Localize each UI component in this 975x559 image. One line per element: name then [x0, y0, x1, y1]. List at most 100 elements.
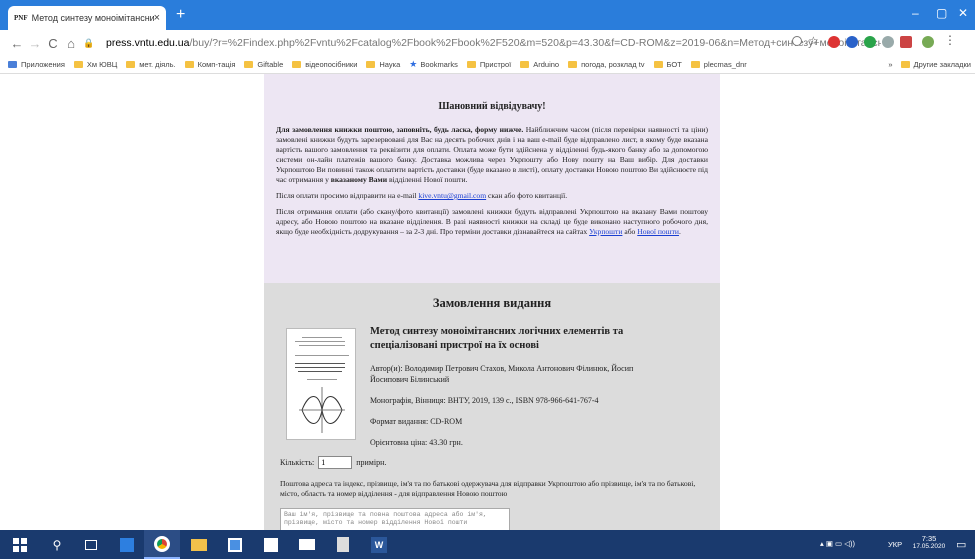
- windows-start-icon[interactable]: [0, 530, 40, 559]
- book-format: Формат видання: CD-ROM: [370, 417, 463, 426]
- novaposhta-link[interactable]: Нової пошти: [637, 227, 679, 236]
- book-price: Орієнтовна ціна: 43.30 грн.: [370, 438, 463, 447]
- bookmarks-more-button[interactable]: »: [888, 60, 892, 69]
- task-view-icon[interactable]: [74, 530, 108, 559]
- taskbar: ⚲ W ▴ ▣ ▭ ◁)) УКР 7:35 17.05.2020 ▭: [0, 530, 975, 559]
- bookmarks-bar: Приложения Хм ЮВЦ мет. діяль. Комп-тація Gif…: [0, 56, 975, 74]
- other-bookmarks[interactable]: Другие закладки: [914, 60, 971, 69]
- folder-icon: [184, 61, 194, 68]
- quantity-input[interactable]: [318, 456, 353, 469]
- store-icon[interactable]: [254, 530, 288, 559]
- bookmark-label: БОТ: [666, 60, 682, 69]
- search-icon[interactable]: ⚲: [40, 530, 74, 559]
- folder-icon: [126, 61, 136, 68]
- bookmark-item[interactable]: ★ Bookmarks: [409, 59, 458, 70]
- profile-avatar[interactable]: [922, 36, 934, 48]
- folder-icon: [690, 61, 700, 68]
- book-info: Метод синтезу моноімітансних логічних ел…: [370, 325, 660, 458]
- calculator-icon[interactable]: [326, 530, 360, 559]
- order-form: Замовлення видання Метод синтезу моноімі…: [264, 283, 720, 530]
- url-field[interactable]: press.vntu.edu.ua/buy/?r=%2Findex.php%2F…: [106, 37, 881, 49]
- apps-icon: [8, 61, 17, 68]
- book-publication: Монографія, Вінниця: ВНТУ, 2019, 139 с.,…: [370, 396, 599, 405]
- book-authors: Автор(и): Володимир Петрович Стахов, Мик…: [370, 364, 634, 384]
- menu-icon[interactable]: ⋮: [944, 33, 956, 47]
- minimize-icon[interactable]: –: [912, 6, 919, 20]
- notice-paragraph-2: Після оплати просимо відправити на e-mai…: [276, 191, 568, 200]
- bookmark-label: відеопосібники: [305, 60, 358, 69]
- reload-icon[interactable]: C: [44, 36, 62, 51]
- extension-red-icon[interactable]: [828, 36, 840, 48]
- bookmark-item[interactable]: відеопосібники: [292, 60, 357, 69]
- bookmark-label: Приложения: [21, 60, 65, 69]
- tray-icons[interactable]: ▴ ▣ ▭ ◁)): [820, 539, 855, 548]
- bookmark-label: Giftable: [257, 60, 284, 69]
- bookmark-item[interactable]: Giftable: [244, 60, 283, 69]
- bookmark-item[interactable]: Arduino: [520, 60, 559, 69]
- tab-title: Метод синтезу моноімітансних: [31, 13, 154, 23]
- forward-icon[interactable]: →: [26, 36, 44, 51]
- folder-icon: [244, 61, 254, 68]
- back-icon[interactable]: ←: [8, 36, 26, 51]
- tab-favicon-icon: PNF: [14, 14, 28, 22]
- star-icon: ★: [409, 59, 418, 69]
- extension-green-icon[interactable]: [864, 36, 876, 48]
- tab-active[interactable]: PNF Метод синтезу моноімітансних ×: [8, 6, 166, 30]
- bookmark-item[interactable]: Комп-тація: [184, 60, 236, 69]
- address-note: Поштова адреса та індекс, прізвище, ім'я…: [280, 479, 696, 498]
- folder-icon: [73, 61, 83, 68]
- address-textarea[interactable]: Ваш ім'я, прізвище та повна поштова адре…: [280, 508, 510, 530]
- bookmark-item[interactable]: Наука: [366, 60, 400, 69]
- address-bar: ← → C ⌂ 🔒 press.vntu.edu.ua/buy/?r=%2Fin…: [0, 30, 975, 56]
- clock[interactable]: 7:35 17.05.2020: [912, 534, 946, 550]
- bookmark-star-icon[interactable]: ☆: [808, 34, 820, 48]
- bookmark-label: погода, розклад tv: [581, 60, 645, 69]
- taskbar-app-save-icon[interactable]: [218, 530, 252, 559]
- bookmark-label: Комп-тація: [197, 60, 236, 69]
- restore-icon[interactable]: ▢: [936, 6, 947, 20]
- ukrposhta-link[interactable]: Укрпошти: [589, 227, 622, 236]
- notice-paragraph-3: Після отримання оплати (або скану/фото к…: [276, 207, 708, 236]
- bookmark-label: plecmas_dnr: [703, 60, 747, 69]
- book-cover-image[interactable]: [286, 328, 356, 440]
- bookmark-item[interactable]: plecmas_dnr: [690, 60, 747, 69]
- content-column: Шановний відвідувачу! Для замовлення кни…: [264, 74, 720, 530]
- email-link[interactable]: kive.vntu@gmail.com: [418, 191, 486, 200]
- browser-tab-bar: PNF Метод синтезу моноімітансних × + – ▢…: [0, 0, 975, 30]
- close-window-icon[interactable]: ✕: [958, 6, 968, 20]
- chrome-taskbar-icon[interactable]: [144, 530, 180, 559]
- extension-blue-icon[interactable]: [846, 36, 858, 48]
- notice-panel: Шановний відвідувачу! Для замовлення кни…: [264, 74, 720, 283]
- new-tab-button[interactable]: +: [176, 7, 185, 23]
- bookmark-item[interactable]: Хм ЮВЦ: [73, 60, 117, 69]
- folder-icon: [520, 61, 530, 68]
- notice-heading: Шановний відвідувачу!: [438, 101, 546, 112]
- extension-square-icon[interactable]: [900, 36, 912, 48]
- cover-graphic-icon: [299, 387, 345, 433]
- extension-grey-icon[interactable]: [882, 36, 894, 48]
- mail-icon[interactable]: [290, 530, 324, 559]
- notifications-icon[interactable]: ▭: [956, 538, 966, 551]
- bookmark-item[interactable]: Пристрої: [466, 60, 512, 69]
- taskbar-app-1-icon[interactable]: [110, 530, 144, 559]
- quantity-label: Кількість:: [280, 458, 315, 467]
- tab-close-icon[interactable]: ×: [154, 12, 160, 24]
- page-content: Шановний відвідувачу! Для замовлення кни…: [0, 74, 975, 530]
- zoom-icon[interactable]: [792, 36, 802, 46]
- bookmark-item[interactable]: погода, розклад tv: [568, 60, 645, 69]
- folder-icon: [466, 61, 476, 68]
- bookmark-label: Пристрої: [479, 60, 512, 69]
- home-icon[interactable]: ⌂: [62, 36, 80, 51]
- file-explorer-icon[interactable]: [182, 530, 216, 559]
- notice-paragraph-1: Для замовлення книжки поштою, заповніть,…: [276, 125, 708, 184]
- book-title: Метод синтезу моноімітансних логічних ел…: [370, 326, 624, 351]
- folder-icon: [292, 61, 302, 68]
- language-indicator[interactable]: УКР: [888, 540, 902, 549]
- bookmark-item[interactable]: БОТ: [653, 60, 682, 69]
- folder-icon: [568, 61, 578, 68]
- bookmark-item[interactable]: мет. діяль.: [126, 60, 176, 69]
- quantity-row: Кількість: примірн.: [280, 456, 386, 469]
- quantity-unit: примірн.: [356, 458, 387, 467]
- word-icon[interactable]: W: [362, 530, 396, 559]
- bookmark-item[interactable]: Приложения: [8, 60, 65, 69]
